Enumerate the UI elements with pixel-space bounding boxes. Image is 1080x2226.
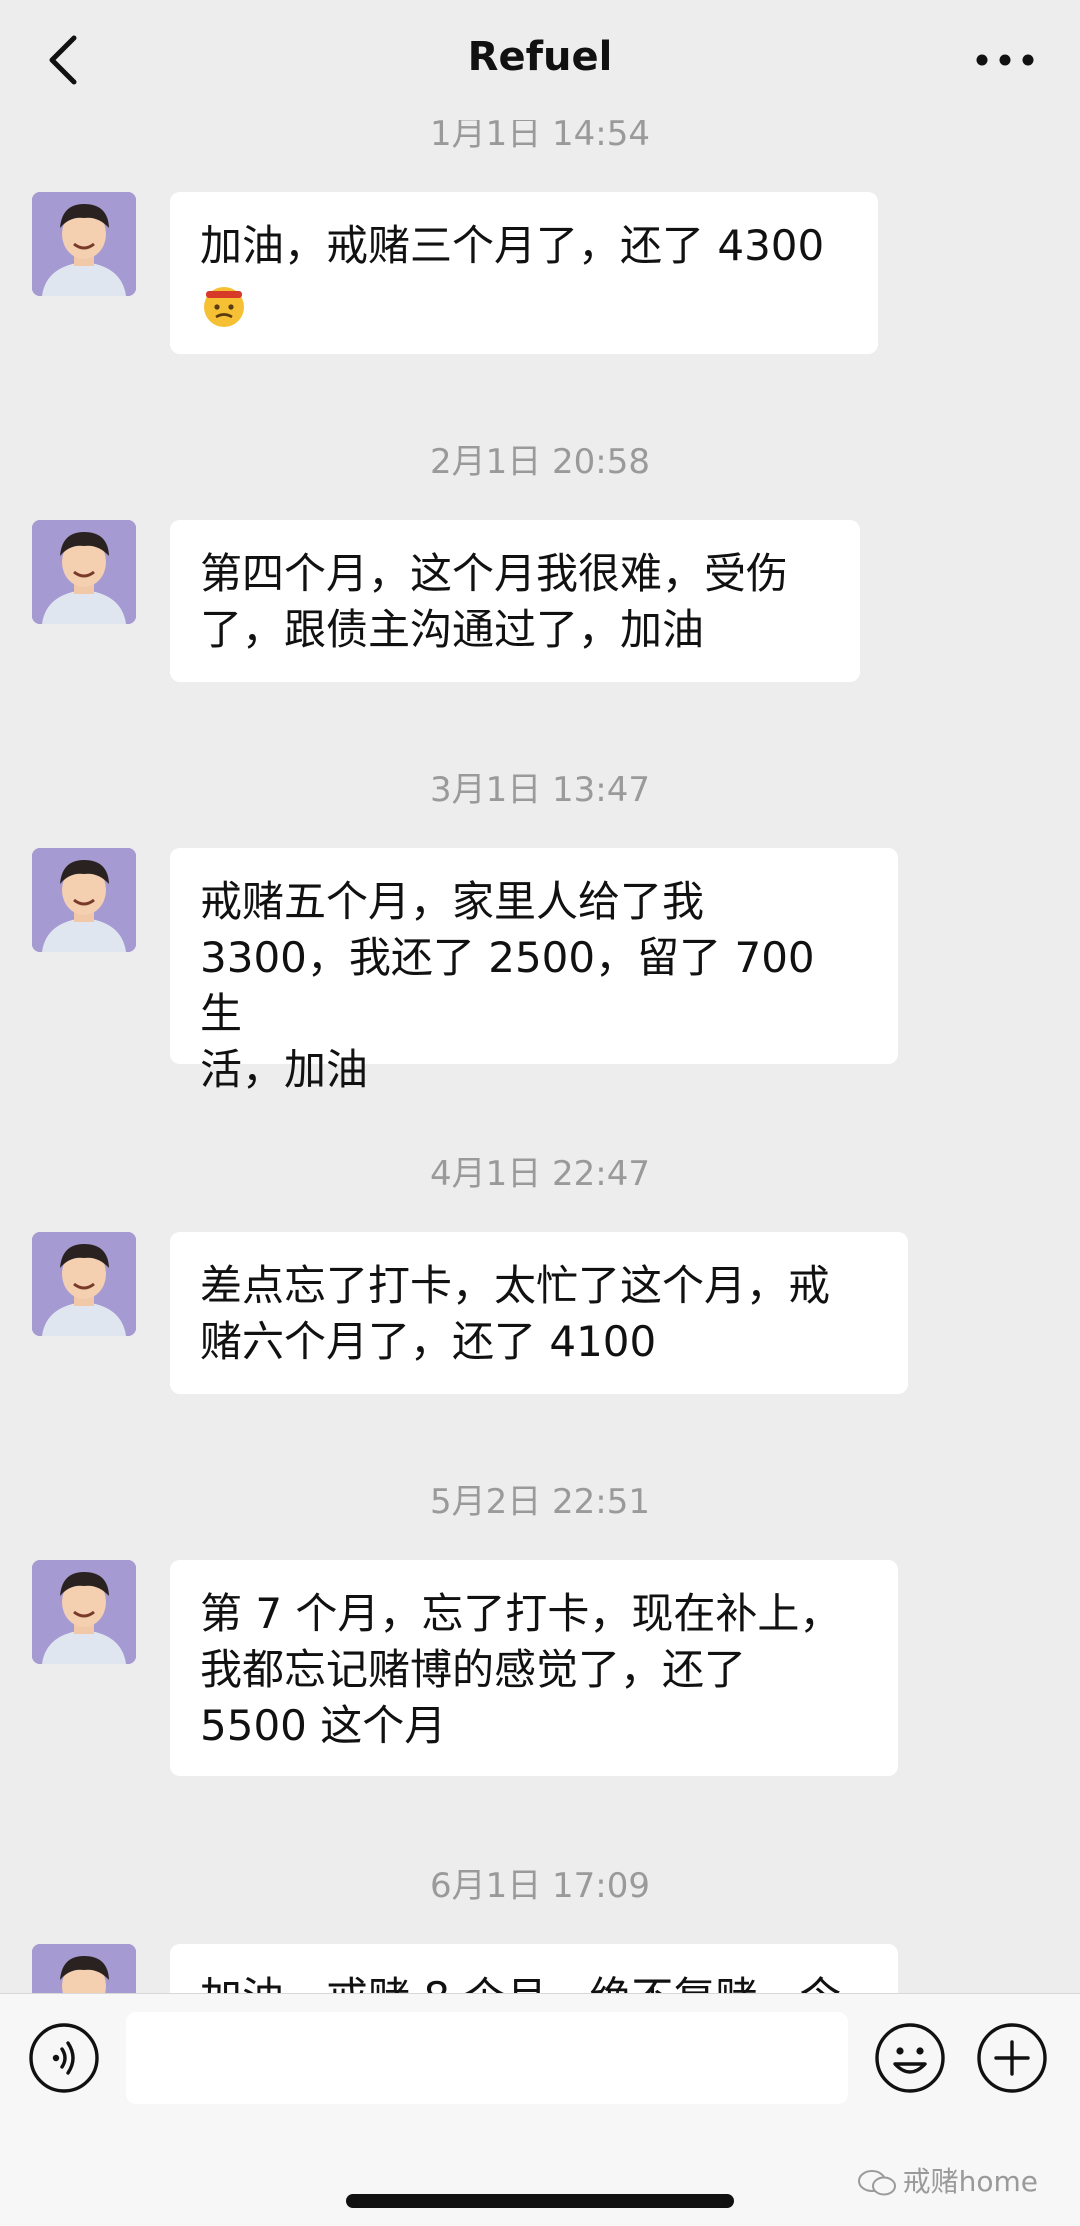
chat-header: Refuel bbox=[0, 0, 1080, 120]
message-bubble[interactable]: 差点忘了打卡，太忙了这个月，戒 赌六个月了，还了 4100 bbox=[170, 1232, 908, 1394]
avatar[interactable] bbox=[32, 1944, 136, 1993]
avatar[interactable] bbox=[32, 192, 136, 296]
avatar[interactable] bbox=[32, 848, 136, 952]
message-text: 差点忘了打卡，太忙了这个月，戒 赌六个月了，还了 4100 bbox=[200, 1261, 831, 1366]
more-functions-button[interactable] bbox=[976, 2022, 1048, 2094]
voice-icon bbox=[29, 2023, 99, 2093]
message-timestamp: 5月2日 22:51 bbox=[429, 1482, 651, 1522]
message-bubble[interactable]: 第四个月，这个月我很难，受伤 了，跟债主沟通过了，加油 bbox=[170, 520, 860, 682]
home-indicator[interactable] bbox=[346, 2194, 734, 2208]
message-text: 第 7 个月，忘了打卡，现在补上， 我都忘记赌博的感觉了，还了 5500 这个月 bbox=[200, 1589, 842, 1750]
more-dots-icon bbox=[976, 54, 1034, 66]
emoji-button[interactable] bbox=[874, 2022, 946, 2094]
wechat-logo-icon bbox=[857, 2170, 896, 2196]
message-bubble[interactable]: 戒赌五个月，家里人给了我 3300，我还了 2500，留了 700 生 活，加油 bbox=[170, 848, 898, 1094]
avatar[interactable] bbox=[32, 1560, 136, 1664]
message-input[interactable] bbox=[126, 2012, 848, 2104]
message-timestamp: 6月1日 17:09 bbox=[429, 1866, 651, 1906]
message-timestamp: 2月1日 20:58 bbox=[429, 442, 651, 482]
avatar[interactable] bbox=[32, 1232, 136, 1336]
avatar[interactable] bbox=[32, 520, 136, 624]
message-text: 第四个月，这个月我很难，受伤 了，跟债主沟通过了，加油 bbox=[200, 549, 789, 654]
message-timestamp: 4月1日 22:47 bbox=[429, 1154, 651, 1194]
more-options-button[interactable] bbox=[970, 40, 1040, 80]
cursing-face-icon bbox=[204, 286, 244, 327]
voice-input-button[interactable] bbox=[28, 2022, 100, 2094]
message-bubble[interactable]: 第 7 个月，忘了打卡，现在补上， 我都忘记赌博的感觉了，还了 5500 这个月 bbox=[170, 1560, 898, 1776]
message-text: 戒赌五个月，家里人给了我 3300，我还了 2500，留了 700 生 活，加油 bbox=[200, 877, 815, 1094]
message-text: 加油，戒赌 8 个月，绝不复赌，今 bbox=[200, 1970, 868, 1993]
message-timestamp: 3月1日 13:47 bbox=[429, 770, 651, 810]
plus-icon bbox=[977, 2023, 1047, 2093]
smiley-icon bbox=[875, 2023, 945, 2093]
watermark-text: 戒赌home bbox=[902, 2165, 1038, 2198]
input-bar: 戒赌home bbox=[0, 1993, 1080, 2226]
message-list[interactable]: 1月1日 14:54 加油，戒赌三个月了，还了 4300 2月1日 20:58 … bbox=[0, 0, 1080, 1993]
message-bubble[interactable]: 加油，戒赌 8 个月，绝不复赌，今 bbox=[170, 1944, 898, 1993]
message-bubble[interactable]: 加油，戒赌三个月了，还了 4300 bbox=[170, 192, 878, 354]
chat-title: Refuel bbox=[467, 34, 613, 80]
message-text: 加油，戒赌三个月了，还了 4300 bbox=[200, 221, 825, 270]
watermark: 戒赌home bbox=[857, 2160, 1038, 2200]
